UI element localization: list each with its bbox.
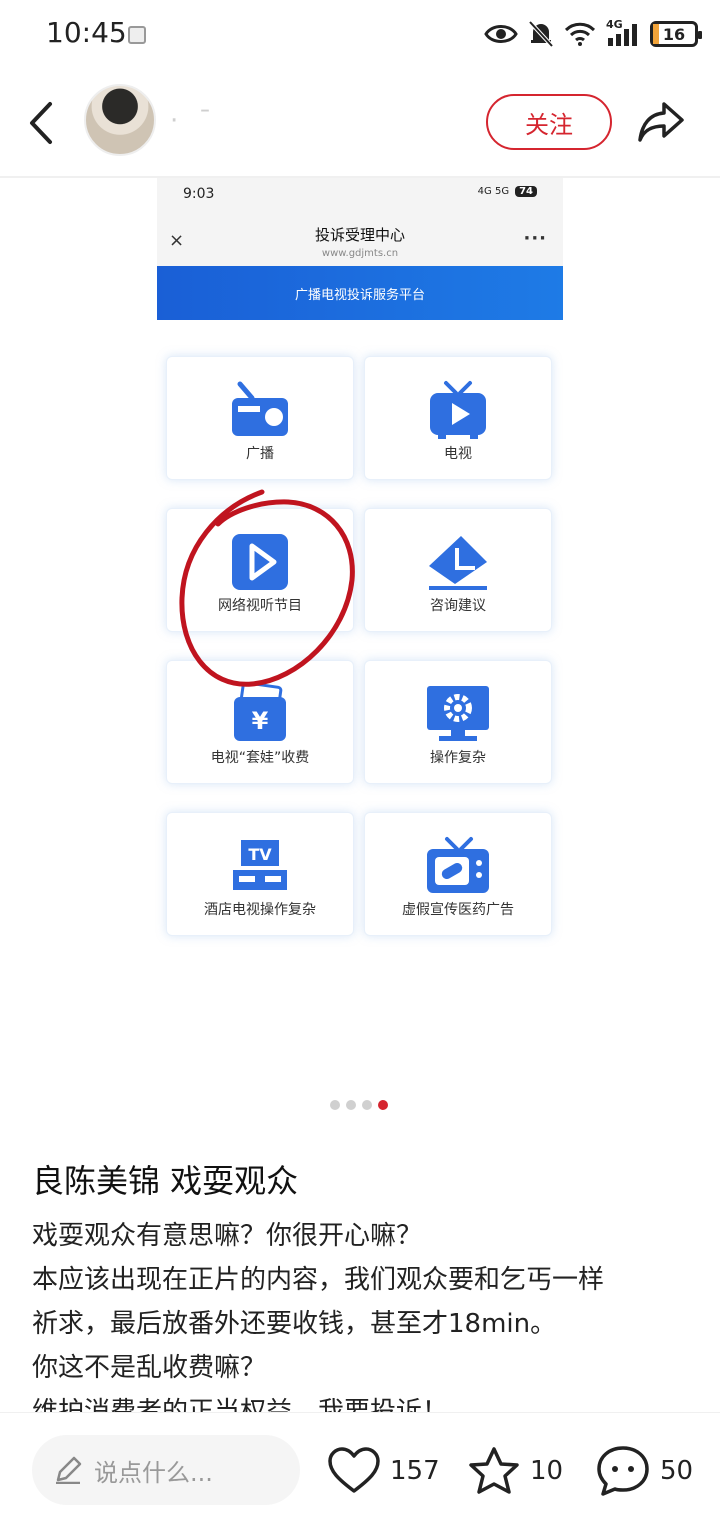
envelope-icon	[429, 536, 487, 590]
tile-label: 操作复杂	[430, 750, 486, 766]
inner-battery: 74	[515, 186, 537, 197]
post-line: 戏耍观众有意思嘛？你很开心嘛？	[32, 1221, 423, 1251]
complaint-category-grid: 广播 电视 网络视听节目 咨询建议 ¥ 电视“套娃”收费 操作复杂 TV 酒店电…	[166, 356, 554, 936]
wifi-icon	[564, 22, 596, 46]
post-line: 祈求，最后放番外还要收钱，甚至才18min。	[32, 1309, 557, 1339]
tile-label: 酒店电视操作复杂	[204, 902, 316, 918]
avatar[interactable]	[84, 84, 156, 156]
post-header: · ˉ 关注	[0, 78, 720, 170]
post-title: 良陈美锦 戏耍观众	[32, 1162, 299, 1200]
status-time: 10:45	[46, 16, 127, 49]
tv-pill-icon	[427, 837, 489, 893]
monitor-gear-icon	[427, 686, 489, 741]
embedded-screenshot-header: 9:03 4G 5G 74 × 投诉受理中心 www.gdjmts.cn ···…	[157, 178, 563, 320]
battery-indicator: 16	[650, 21, 702, 47]
tile-radio: 广播	[166, 356, 354, 480]
post-line: 本应该出现在正片的内容，我们观众要和乞丐一样	[32, 1265, 605, 1295]
tile-label: 电视	[444, 446, 472, 462]
username[interactable]: · ˉ	[170, 106, 218, 136]
post-body: 戏耍观众有意思嘛？你很开心嘛？ 本应该出现在正片的内容，我们观众要和乞丐一样 祈…	[32, 1214, 712, 1434]
svg-text:TV: TV	[248, 845, 272, 864]
inner-page-title: 投诉受理中心	[314, 226, 405, 244]
tile-fake-medicine-ad: 虚假宣传医药广告	[364, 812, 552, 936]
comment-button[interactable]: 50	[596, 1443, 693, 1499]
post-line: 你这不是乱收费嘛？	[32, 1353, 267, 1383]
image-pager	[330, 1100, 388, 1110]
eye-icon	[484, 25, 518, 43]
tile-complex-operation: 操作复杂	[364, 660, 552, 784]
pager-dot[interactable]	[362, 1100, 372, 1110]
tile-label: 虚假宣传医药广告	[402, 902, 514, 918]
inner-signal-text: 4G 5G	[477, 186, 510, 197]
bottom-action-bar: 说点什么... 157 10 50	[0, 1412, 720, 1540]
like-count: 157	[390, 1456, 440, 1486]
tile-label: 电视“套娃”收费	[210, 750, 310, 766]
mute-bell-icon	[528, 20, 554, 48]
status-icons: 4G 16	[484, 16, 702, 52]
tile-label: 广播	[246, 446, 274, 462]
pager-dot[interactable]	[330, 1100, 340, 1110]
star-icon	[469, 1447, 519, 1494]
notification-icon	[128, 26, 146, 44]
tile-label: 网络视听节目	[218, 598, 302, 614]
favorite-count: 10	[530, 1456, 564, 1486]
pager-dot[interactable]	[346, 1100, 356, 1110]
status-bar: 10:45 4G 16	[0, 0, 720, 70]
inner-status-time: 9:03	[183, 186, 215, 202]
tile-online-video: 网络视听节目	[166, 508, 354, 632]
inner-page-url: www.gdjmts.cn	[321, 248, 399, 259]
comment-placeholder: 说点什么...	[94, 1458, 213, 1487]
radio-icon	[232, 381, 288, 436]
inner-status-icons: 4G 5G 74	[478, 186, 537, 197]
signal-icon: 4G	[606, 18, 640, 48]
inner-more-icon: ···	[523, 228, 547, 249]
pager-dot-active[interactable]	[378, 1100, 388, 1110]
comment-count: 50	[660, 1456, 694, 1486]
tile-label: 咨询建议	[430, 598, 486, 614]
back-icon[interactable]	[22, 98, 62, 148]
video-play-icon	[232, 534, 288, 590]
tv-play-icon	[430, 381, 486, 439]
tv-stand-icon: TV	[233, 840, 287, 890]
tile-nested-fee: ¥ 电视“套娃”收费	[166, 660, 354, 784]
svg-text:¥: ¥	[252, 707, 269, 735]
follow-button[interactable]: 关注	[486, 94, 612, 150]
wallet-yuan-icon: ¥	[234, 683, 286, 741]
tile-hotel-tv: TV 酒店电视操作复杂	[166, 812, 354, 936]
share-icon[interactable]	[636, 98, 686, 146]
favorite-button[interactable]: 10	[468, 1443, 563, 1499]
tile-consult: 咨询建议	[364, 508, 552, 632]
pencil-icon	[56, 1456, 82, 1484]
like-button[interactable]: 157	[328, 1443, 440, 1499]
heart-icon	[328, 1447, 380, 1493]
comment-input[interactable]: 说点什么...	[32, 1435, 300, 1505]
tile-tv: 电视	[364, 356, 552, 480]
comment-bubble-icon	[597, 1446, 649, 1496]
inner-banner: 广播电视投诉服务平台	[157, 266, 563, 320]
